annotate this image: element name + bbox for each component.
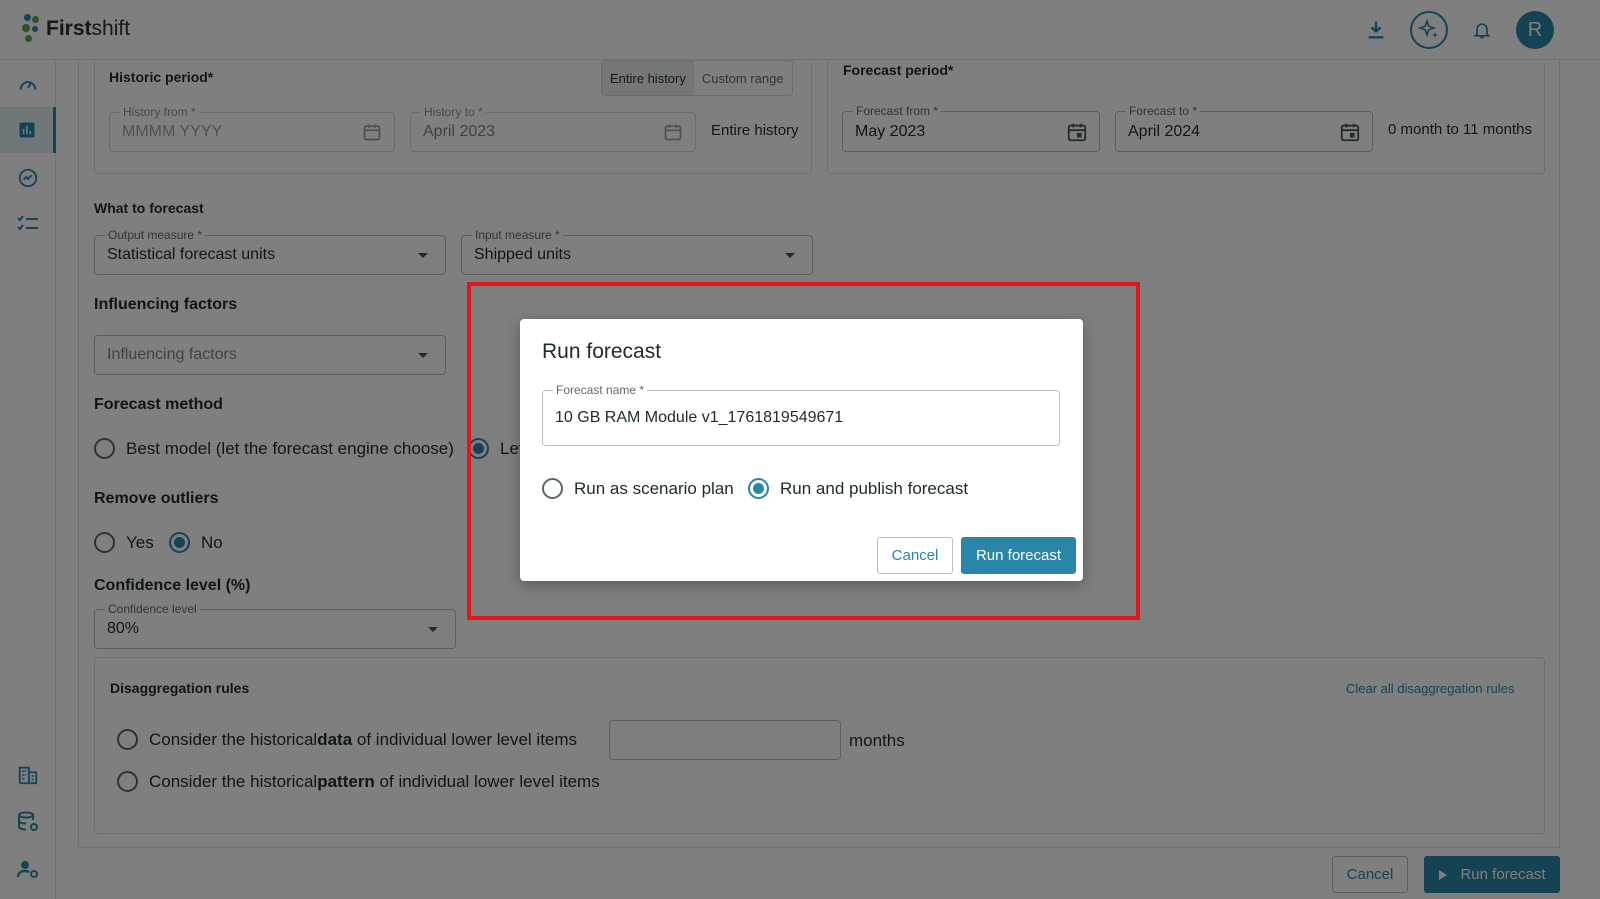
dialog-cancel-button[interactable]: Cancel xyxy=(877,537,953,574)
forecast-name-input[interactable]: Forecast name * 10 GB RAM Module v1_1761… xyxy=(542,383,1060,446)
run-forecast-dialog: Run forecast Forecast name * 10 GB RAM M… xyxy=(520,319,1083,581)
dialog-title: Run forecast xyxy=(542,340,662,363)
run-as-scenario-radio[interactable]: Run as scenario plan xyxy=(542,478,734,499)
run-and-publish-radio[interactable]: Run and publish forecast xyxy=(748,478,968,499)
dialog-run-forecast-button[interactable]: Run forecast xyxy=(961,537,1076,574)
